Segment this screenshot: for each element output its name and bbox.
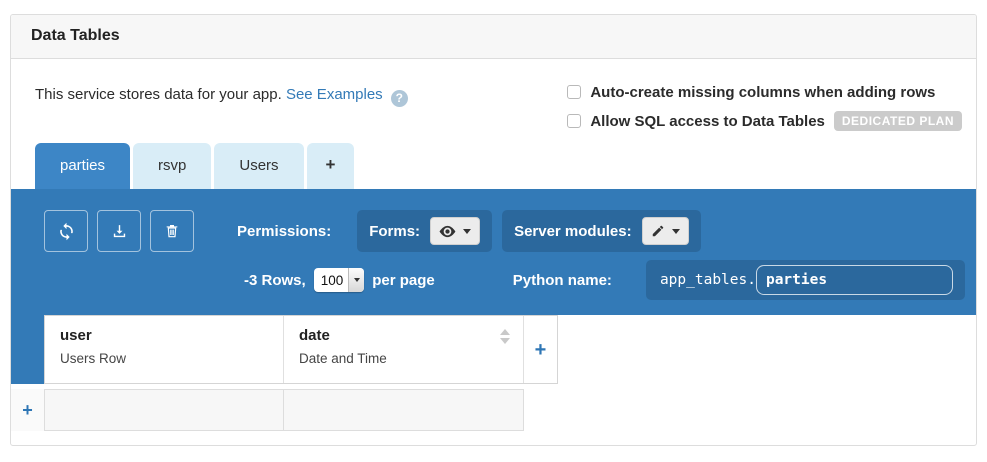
table-tabs: parties rsvp Users +	[35, 143, 976, 189]
table-header-band: user Users Row date Date and Time +	[11, 315, 976, 384]
intro-row: This service stores data for your app. S…	[35, 81, 962, 132]
python-name-prefix: app_tables.	[660, 272, 756, 288]
server-modules-permission-dropdown[interactable]	[642, 217, 689, 245]
download-icon	[111, 223, 128, 240]
python-name-panel: app_tables.	[646, 260, 965, 300]
download-button[interactable]	[97, 210, 141, 252]
page-size-select[interactable]: 100	[314, 268, 365, 292]
data-tables-panel: Data Tables This service stores data for…	[10, 14, 977, 446]
panel-header: Data Tables	[11, 15, 976, 59]
sort-ascending-icon	[500, 329, 510, 335]
add-table-tab[interactable]: +	[307, 143, 355, 189]
forms-label: Forms:	[369, 223, 420, 240]
sort-descending-icon	[500, 338, 510, 344]
chevron-down-icon	[463, 229, 471, 234]
forms-permission-group: Forms:	[357, 210, 492, 252]
column-header-user[interactable]: user Users Row	[45, 316, 284, 383]
server-modules-label: Server modules:	[514, 223, 632, 240]
intro-text: This service stores data for your app.	[35, 86, 282, 103]
toolbar-row-1: Permissions: Forms: Server modules:	[44, 210, 976, 252]
python-name-label: Python name:	[513, 272, 612, 289]
column-header-date[interactable]: date Date and Time	[284, 316, 524, 383]
option-label: Allow SQL access to Data Tables	[590, 113, 825, 130]
page-size-value: 100	[314, 273, 349, 288]
option-label: Auto-create missing columns when adding …	[590, 84, 935, 101]
new-row-cell-user[interactable]	[45, 390, 284, 430]
see-examples-link[interactable]: See Examples	[286, 86, 383, 103]
dedicated-plan-badge: DEDICATED PLAN	[834, 111, 962, 131]
tab-parties[interactable]: parties	[35, 143, 130, 189]
new-row-band: +	[11, 389, 976, 431]
table-column-headers: user Users Row date Date and Time +	[44, 315, 558, 384]
forms-permission-dropdown[interactable]	[430, 217, 480, 245]
service-options: Auto-create missing columns when adding …	[567, 81, 962, 132]
auto-create-columns-checkbox[interactable]	[567, 85, 581, 99]
sort-toggle-icon[interactable]	[500, 329, 510, 344]
column-name: date	[299, 327, 508, 344]
tab-users[interactable]: Users	[214, 143, 303, 189]
column-name: user	[60, 327, 268, 344]
refresh-icon	[57, 222, 76, 241]
tab-rsvp[interactable]: rsvp	[133, 143, 211, 189]
plus-icon: +	[535, 340, 547, 360]
help-icon[interactable]: ?	[391, 90, 408, 107]
permissions-label: Permissions:	[237, 223, 331, 240]
page-title: Data Tables	[31, 27, 120, 44]
pencil-icon	[651, 224, 665, 238]
allow-sql-access-checkbox[interactable]	[567, 114, 581, 128]
option-allow-sql-access[interactable]: Allow SQL access to Data Tables DEDICATE…	[567, 110, 962, 132]
server-modules-permission-group: Server modules:	[502, 210, 701, 252]
new-row-cell-date[interactable]	[284, 390, 523, 430]
refresh-button[interactable]	[44, 210, 88, 252]
trash-icon	[164, 223, 180, 239]
intro-text-block: This service stores data for your app. S…	[35, 81, 408, 132]
add-column-button[interactable]: +	[524, 316, 557, 383]
column-type: Users Row	[60, 351, 268, 366]
eye-icon	[439, 225, 456, 238]
row-count-text: -3 Rows,	[244, 272, 306, 289]
chevron-down-icon	[672, 229, 680, 234]
add-row-button[interactable]: +	[11, 389, 44, 431]
python-name-input[interactable]	[756, 265, 953, 295]
select-caret-icon	[348, 268, 364, 292]
new-row	[44, 389, 524, 431]
column-type: Date and Time	[299, 351, 508, 366]
plus-icon: +	[22, 401, 33, 419]
toolbar-row-2: -3 Rows, 100 per page Python name: app_t…	[44, 262, 976, 298]
option-auto-create-columns[interactable]: Auto-create missing columns when adding …	[567, 81, 962, 103]
table-toolbar: Permissions: Forms: Server modules:	[11, 189, 976, 315]
per-page-label: per page	[372, 272, 435, 289]
delete-table-button[interactable]	[150, 210, 194, 252]
left-blue-strip	[11, 315, 44, 384]
panel-body: This service stores data for your app. S…	[11, 81, 976, 431]
